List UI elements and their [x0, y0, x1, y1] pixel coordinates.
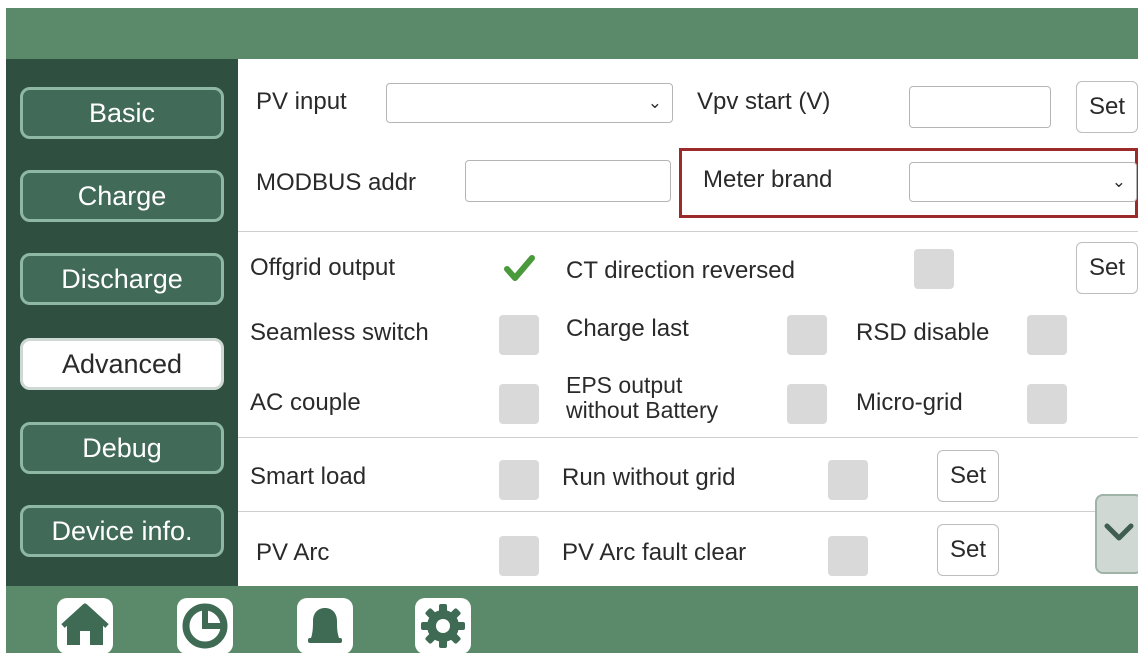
modbus-addr-label: MODBUS addr: [256, 169, 417, 196]
vpv-start-label: Vpv start (V): [697, 88, 831, 115]
sidebar-item-basic[interactable]: Basic: [20, 87, 224, 139]
sidebar-item-charge[interactable]: Charge: [20, 170, 224, 222]
eps-output-label-line2: without Battery: [566, 397, 719, 423]
offgrid-output-checkbox[interactable]: [499, 249, 539, 289]
run-without-grid-label: Run without grid: [562, 464, 736, 491]
meter-brand-select[interactable]: ⌄: [909, 162, 1137, 202]
vpv-set-button[interactable]: Set: [1076, 81, 1138, 133]
pv-arc-fault-clear-checkbox[interactable]: [828, 536, 868, 576]
ct-direction-checkbox[interactable]: [914, 249, 954, 289]
pie-chart-icon[interactable]: [177, 598, 233, 654]
rsd-disable-checkbox[interactable]: [1027, 315, 1067, 355]
offgrid-output-label: Offgrid output: [250, 254, 395, 281]
ac-couple-checkbox[interactable]: [499, 384, 539, 424]
ac-couple-label: AC couple: [250, 389, 361, 416]
sidebar: Basic Charge Discharge Advanced Debug De…: [6, 59, 238, 586]
charge-last-label: Charge last: [566, 315, 689, 342]
bell-icon[interactable]: [297, 598, 353, 654]
sidebar-item-advanced[interactable]: Advanced: [20, 338, 224, 390]
chevron-down-icon: [1104, 523, 1134, 541]
ct-direction-label: CT direction reversed: [566, 257, 795, 284]
smart-load-label: Smart load: [250, 463, 367, 490]
sidebar-item-discharge[interactable]: Discharge: [20, 253, 224, 305]
eps-output-label-line1: EPS output: [566, 372, 683, 398]
bottom-nav-bar: [6, 586, 1138, 654]
micro-grid-label: Micro-grid: [856, 389, 963, 416]
divider: [238, 437, 1138, 438]
charge-last-checkbox[interactable]: [787, 315, 827, 355]
options-set-button[interactable]: Set: [1076, 242, 1138, 294]
settings-panel: PV input ⌄ Vpv start (V) Set MODBUS addr…: [238, 59, 1138, 586]
smart-load-checkbox[interactable]: [499, 460, 539, 500]
run-without-grid-checkbox[interactable]: [828, 460, 868, 500]
seamless-switch-checkbox[interactable]: [499, 315, 539, 355]
chevron-down-icon: ⌄: [647, 93, 662, 112]
home-icon[interactable]: [57, 598, 113, 654]
pv-arc-fault-clear-label: PV Arc fault clear: [562, 539, 747, 566]
modbus-addr-input[interactable]: [465, 160, 671, 202]
micro-grid-checkbox[interactable]: [1027, 384, 1067, 424]
smart-load-set-button[interactable]: Set: [937, 450, 999, 502]
checkmark-icon: [504, 255, 535, 281]
chevron-down-icon: ⌄: [1111, 172, 1126, 191]
vpv-start-input[interactable]: [909, 86, 1051, 128]
sidebar-item-device-info[interactable]: Device info.: [20, 505, 224, 557]
pv-arc-set-button[interactable]: Set: [937, 524, 999, 576]
gear-icon[interactable]: [415, 598, 471, 654]
pv-arc-checkbox[interactable]: [499, 536, 539, 576]
pv-input-label: PV input: [256, 88, 347, 115]
eps-output-label: EPS output without Battery: [566, 373, 718, 423]
divider: [238, 511, 1138, 512]
seamless-switch-label: Seamless switch: [250, 319, 429, 346]
meter-brand-label: Meter brand: [703, 166, 833, 193]
rsd-disable-label: RSD disable: [856, 319, 990, 346]
scroll-down-button[interactable]: [1095, 494, 1138, 574]
pv-input-select[interactable]: ⌄: [386, 83, 673, 123]
sidebar-item-debug[interactable]: Debug: [20, 422, 224, 474]
pv-arc-label: PV Arc: [256, 539, 330, 566]
divider: [238, 231, 1138, 232]
top-bar: [6, 8, 1138, 59]
eps-output-checkbox[interactable]: [787, 384, 827, 424]
